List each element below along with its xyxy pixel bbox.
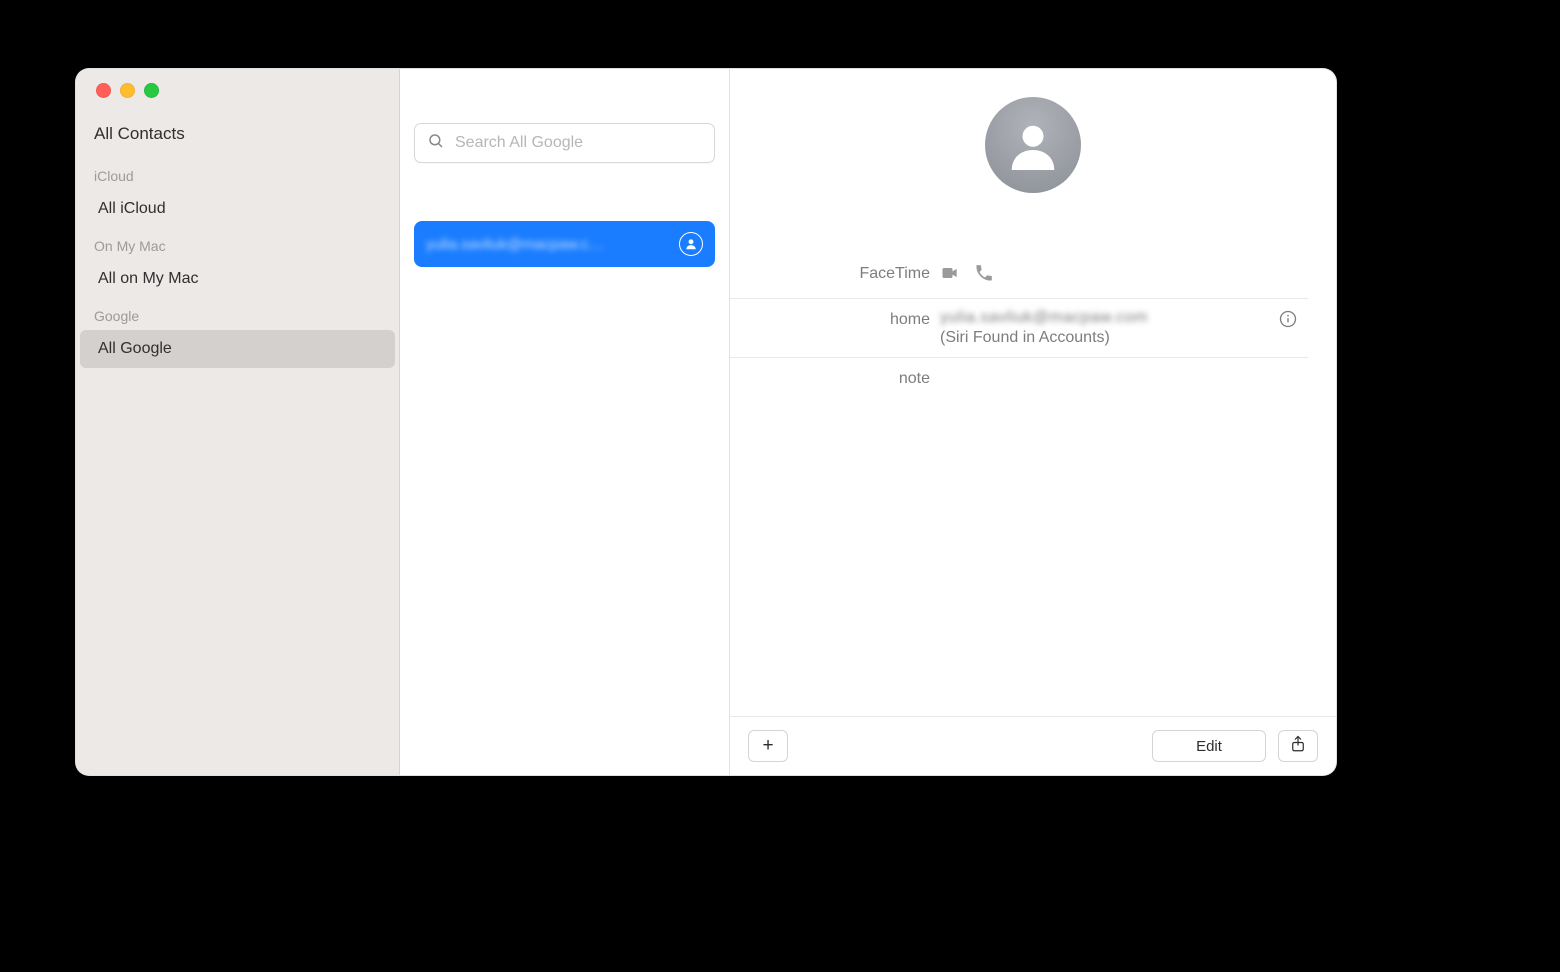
note-row: note — [730, 358, 1308, 398]
home-email-row: home yulia.savliuk@macpaw.com (Siri Foun… — [730, 299, 1308, 358]
home-email-value[interactable]: yulia.savliuk@macpaw.com — [940, 309, 1268, 327]
share-icon — [1289, 735, 1307, 757]
sidebar-item-all-google[interactable]: All Google — [80, 330, 395, 368]
audio-call-icon[interactable] — [974, 263, 994, 288]
contact-name: yulia.savliuk@macpaw.c… — [426, 236, 604, 253]
search-input[interactable] — [453, 133, 702, 153]
search-field[interactable] — [414, 123, 715, 163]
window-controls — [76, 83, 399, 120]
sidebar-section-icloud: iCloud — [76, 158, 399, 190]
siri-found-note: (Siri Found in Accounts) — [940, 329, 1268, 347]
avatar[interactable] — [985, 97, 1081, 193]
contacts-list: yulia.savliuk@macpaw.c… — [414, 221, 715, 267]
minimize-window-button[interactable] — [120, 83, 135, 98]
video-call-icon[interactable] — [940, 263, 960, 288]
sidebar: All Contacts iCloud All iCloud On My Mac… — [76, 69, 400, 775]
me-card-icon — [679, 232, 703, 256]
detail-footer: + Edit — [730, 716, 1336, 775]
contacts-window: All Contacts iCloud All iCloud On My Mac… — [75, 68, 1335, 774]
info-icon[interactable] — [1278, 309, 1308, 334]
plus-icon: + — [762, 735, 773, 757]
facetime-row: FaceTime — [730, 253, 1308, 299]
zoom-window-button[interactable] — [144, 83, 159, 98]
list-item[interactable]: yulia.savliuk@macpaw.c… — [414, 221, 715, 267]
window-chrome: All Contacts iCloud All iCloud On My Mac… — [75, 68, 1337, 776]
add-button[interactable]: + — [748, 730, 788, 762]
search-icon — [427, 132, 453, 155]
home-label: home — [730, 309, 930, 329]
sidebar-item-all-on-my-mac[interactable]: All on My Mac — [80, 260, 395, 298]
sidebar-section-google: Google — [76, 298, 399, 330]
facetime-label: FaceTime — [730, 263, 930, 283]
note-label: note — [730, 368, 930, 388]
share-button[interactable] — [1278, 730, 1318, 762]
edit-button[interactable]: Edit — [1152, 730, 1266, 762]
sidebar-section-on-my-mac: On My Mac — [76, 228, 399, 260]
contact-detail: FaceTime home yulia.savliuk@macpaw.com (… — [730, 69, 1336, 775]
contacts-list-column: yulia.savliuk@macpaw.c… — [400, 69, 730, 775]
sidebar-all-contacts[interactable]: All Contacts — [76, 120, 399, 158]
sidebar-item-all-icloud[interactable]: All iCloud — [80, 190, 395, 228]
close-window-button[interactable] — [96, 83, 111, 98]
field-block: FaceTime home yulia.savliuk@macpaw.com (… — [730, 253, 1308, 398]
